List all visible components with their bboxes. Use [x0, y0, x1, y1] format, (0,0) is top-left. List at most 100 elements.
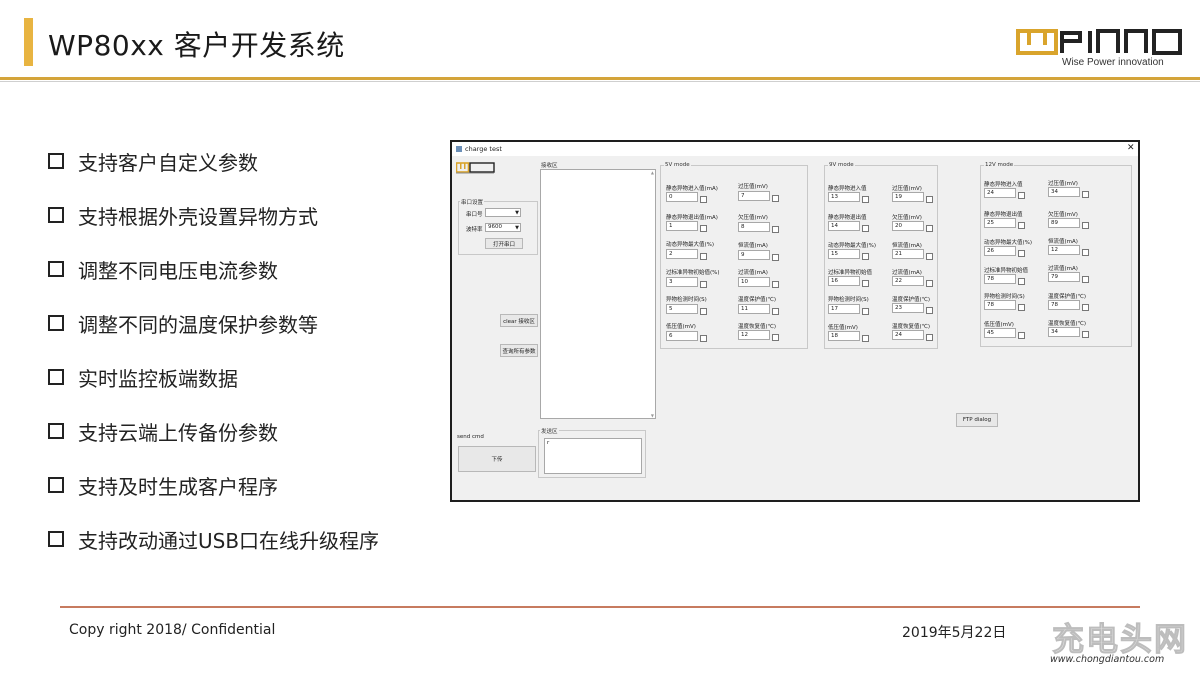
port-select[interactable]: ▼ — [485, 208, 521, 217]
close-icon[interactable]: ✕ — [1127, 143, 1135, 153]
param-checkbox[interactable] — [700, 281, 707, 288]
param-input[interactable]: 78 — [1048, 300, 1080, 310]
param-input[interactable]: 20 — [892, 221, 924, 231]
param-input[interactable]: 5 — [666, 304, 698, 314]
param-label: 欠压值(mV) — [892, 215, 922, 221]
scroll-up-icon[interactable]: ▲ — [651, 170, 654, 175]
param-checkbox[interactable] — [1018, 250, 1025, 257]
param-checkbox[interactable] — [1082, 222, 1089, 229]
app-window: charge test ✕ 串口设置 串口号 ▼ 波特率 9600 ▼ 打开串口 … — [450, 140, 1140, 502]
param-checkbox[interactable] — [862, 280, 869, 287]
param-checkbox[interactable] — [700, 335, 707, 342]
param-checkbox[interactable] — [926, 280, 933, 287]
slide-title: WP80xx 客户开发系统 — [48, 29, 345, 62]
param-input[interactable]: 89 — [1048, 218, 1080, 228]
footer-divider — [60, 606, 1140, 608]
param-label: 过压值(mV) — [1048, 181, 1078, 187]
param-checkbox[interactable] — [1018, 304, 1025, 311]
param-checkbox[interactable] — [1082, 276, 1089, 283]
param-input[interactable]: 79 — [1048, 272, 1080, 282]
param-input[interactable]: 18 — [828, 331, 860, 341]
param-checkbox[interactable] — [926, 334, 933, 341]
scroll-down-icon[interactable]: ▼ — [651, 413, 654, 418]
param-checkbox[interactable] — [862, 253, 869, 260]
square-bullet-icon — [48, 531, 64, 547]
param-input[interactable]: 78 — [984, 274, 1016, 284]
param-input[interactable]: 12 — [1048, 245, 1080, 255]
param-checkbox[interactable] — [772, 281, 779, 288]
param-checkbox[interactable] — [700, 225, 707, 232]
param-input[interactable]: 19 — [892, 192, 924, 202]
clear-receive-button[interactable]: clear 接收区 — [500, 314, 538, 327]
receive-textarea[interactable]: ▲ ▼ — [540, 169, 656, 419]
param-input[interactable]: 21 — [892, 249, 924, 259]
param-input[interactable]: 9 — [738, 250, 770, 260]
param-input[interactable]: 7 — [738, 191, 770, 201]
param-checkbox[interactable] — [772, 254, 779, 261]
param-input[interactable]: 34 — [1048, 187, 1080, 197]
param-checkbox[interactable] — [772, 195, 779, 202]
param-input[interactable]: 17 — [828, 304, 860, 314]
param-checkbox[interactable] — [772, 226, 779, 233]
baud-select[interactable]: 9600 ▼ — [485, 223, 521, 232]
param-input[interactable]: 12 — [738, 330, 770, 340]
param-input[interactable]: 2 — [666, 249, 698, 259]
param-checkbox[interactable] — [1018, 192, 1025, 199]
param-label: 欠压值(mV) — [738, 215, 768, 221]
param-input[interactable]: 22 — [892, 276, 924, 286]
param-input[interactable]: 0 — [666, 192, 698, 202]
param-checkbox[interactable] — [862, 196, 869, 203]
param-checkbox[interactable] — [862, 335, 869, 342]
param-input[interactable]: 6 — [666, 331, 698, 341]
param-input[interactable]: 26 — [984, 246, 1016, 256]
param-label: 恒流值(mA) — [892, 243, 922, 249]
param-label: 低压值(mV) — [666, 324, 696, 330]
param-input[interactable]: 14 — [828, 221, 860, 231]
param-label: 温度恢复值(℃) — [738, 324, 776, 330]
param-input[interactable]: 10 — [738, 277, 770, 287]
param-input[interactable]: 3 — [666, 277, 698, 287]
query-params-button[interactable]: 查询所有参数 — [500, 344, 538, 357]
param-checkbox[interactable] — [926, 253, 933, 260]
param-checkbox[interactable] — [772, 334, 779, 341]
param-checkbox[interactable] — [700, 196, 707, 203]
square-bullet-icon — [48, 207, 64, 223]
param-checkbox[interactable] — [926, 307, 933, 314]
param-checkbox[interactable] — [1018, 278, 1025, 285]
param-input[interactable]: 24 — [984, 188, 1016, 198]
chevron-down-icon: ▼ — [515, 225, 519, 231]
param-checkbox[interactable] — [1082, 249, 1089, 256]
param-input[interactable]: 13 — [828, 192, 860, 202]
param-input[interactable]: 1 — [666, 221, 698, 231]
send-textarea[interactable]: r — [544, 438, 642, 474]
param-checkbox[interactable] — [1018, 222, 1025, 229]
param-input[interactable]: 34 — [1048, 327, 1080, 337]
param-checkbox[interactable] — [772, 308, 779, 315]
param-input[interactable]: 15 — [828, 249, 860, 259]
param-checkbox[interactable] — [1082, 304, 1089, 311]
param-input[interactable]: 11 — [738, 304, 770, 314]
param-label: 过压值(mV) — [738, 184, 768, 190]
param-input[interactable]: 8 — [738, 222, 770, 232]
param-input[interactable]: 16 — [828, 276, 860, 286]
param-checkbox[interactable] — [1082, 191, 1089, 198]
ftp-dialog-button[interactable]: FTP dialog — [956, 413, 998, 427]
param-input[interactable]: 78 — [984, 300, 1016, 310]
param-checkbox[interactable] — [926, 225, 933, 232]
download-button[interactable]: 下传 — [458, 446, 536, 472]
param-input[interactable]: 24 — [892, 330, 924, 340]
param-checkbox[interactable] — [862, 225, 869, 232]
param-checkbox[interactable] — [926, 196, 933, 203]
feature-item: 支持改动通过USB口在线升级程序 — [48, 512, 379, 566]
param-input[interactable]: 23 — [892, 303, 924, 313]
param-checkbox[interactable] — [700, 253, 707, 260]
param-checkbox[interactable] — [862, 308, 869, 315]
param-label: 温度恢复值(℃) — [1048, 321, 1086, 327]
param-label: 动态异物最大值(%) — [984, 240, 1033, 246]
param-checkbox[interactable] — [1082, 331, 1089, 338]
param-input[interactable]: 45 — [984, 328, 1016, 338]
open-port-button[interactable]: 打开串口 — [485, 238, 523, 249]
param-input[interactable]: 25 — [984, 218, 1016, 228]
param-checkbox[interactable] — [700, 308, 707, 315]
param-checkbox[interactable] — [1018, 332, 1025, 339]
